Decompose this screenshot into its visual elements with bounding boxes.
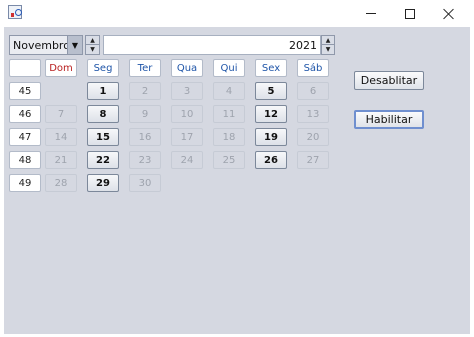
minimize-button[interactable] <box>352 0 390 27</box>
java-app-icon <box>8 5 22 19</box>
day-cell: 18 <box>213 128 245 146</box>
spinner-down-icon[interactable]: ▼ <box>322 45 334 54</box>
day-cell[interactable]: 26 <box>255 151 287 169</box>
year-spinner[interactable]: ▲ ▼ <box>321 35 335 55</box>
minimize-icon <box>366 13 376 14</box>
disable-button[interactable]: Desablitar <box>354 71 424 90</box>
day-cell: 13 <box>297 105 329 123</box>
week-number: 46 <box>9 105 41 123</box>
day-cell: 24 <box>171 151 203 169</box>
day-cell[interactable]: 12 <box>255 105 287 123</box>
maximize-icon <box>405 8 415 19</box>
day-cell: 14 <box>45 128 77 146</box>
spinner-up-icon[interactable]: ▲ <box>86 36 99 45</box>
day-cell: 20 <box>297 128 329 146</box>
day-cell: 2 <box>129 82 161 100</box>
weekday-header: Sáb <box>297 59 329 77</box>
day-cell: 30 <box>129 174 161 192</box>
day-cell: 28 <box>45 174 77 192</box>
weekday-header: Qui <box>213 59 245 77</box>
day-cell: 9 <box>129 105 161 123</box>
weekday-header: Seg <box>87 59 119 77</box>
enable-button[interactable]: Habilitar <box>354 110 424 129</box>
day-cell: 11 <box>213 105 245 123</box>
month-value: Novembro <box>13 39 70 52</box>
month-spinner[interactable]: ▲ ▼ <box>85 35 100 55</box>
day-cell: 16 <box>129 128 161 146</box>
day-cell: 27 <box>297 151 329 169</box>
app-window: Novembro ▼ ▲ ▼ 2021 ▲ ▼ Dom Seg Ter Qua Qui S… <box>0 0 474 337</box>
day-cell[interactable]: 8 <box>87 105 119 123</box>
spinner-up-icon[interactable]: ▲ <box>322 36 334 45</box>
weekday-header: Qua <box>171 59 203 77</box>
day-cell: 4 <box>213 82 245 100</box>
year-value: 2021 <box>289 39 317 52</box>
close-button[interactable] <box>430 0 468 27</box>
day-cell[interactable]: 29 <box>87 174 119 192</box>
maximize-button[interactable] <box>391 0 429 27</box>
week-header-corner <box>9 59 41 77</box>
title-bar <box>0 0 474 27</box>
day-cell[interactable]: 15 <box>87 128 119 146</box>
weekday-header: Sex <box>255 59 287 77</box>
week-number: 48 <box>9 151 41 169</box>
day-cell[interactable]: 22 <box>87 151 119 169</box>
close-icon <box>443 8 455 20</box>
day-cell[interactable]: 1 <box>87 82 119 100</box>
spinner-down-icon[interactable]: ▼ <box>86 45 99 54</box>
day-cell[interactable]: 19 <box>255 128 287 146</box>
day-cell: 6 <box>297 82 329 100</box>
day-cell: 23 <box>129 151 161 169</box>
year-field[interactable]: 2021 <box>103 35 321 55</box>
dropdown-arrow-icon[interactable]: ▼ <box>67 36 82 54</box>
day-cell: 7 <box>45 105 77 123</box>
day-cell: 21 <box>45 151 77 169</box>
month-combobox[interactable]: Novembro ▼ <box>9 35 83 55</box>
day-cell: 10 <box>171 105 203 123</box>
day-cell: 17 <box>171 128 203 146</box>
weekday-header: Dom <box>45 59 77 77</box>
day-cell: 25 <box>213 151 245 169</box>
week-number: 49 <box>9 174 41 192</box>
day-cell[interactable]: 5 <box>255 82 287 100</box>
week-number: 47 <box>9 128 41 146</box>
weekday-header: Ter <box>129 59 161 77</box>
day-cell: 3 <box>171 82 203 100</box>
week-number: 45 <box>9 82 41 100</box>
